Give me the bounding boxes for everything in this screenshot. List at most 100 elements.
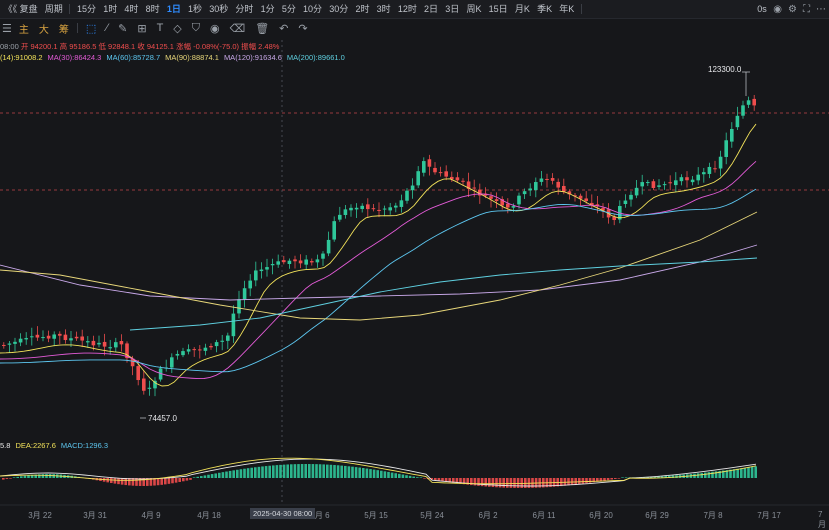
macd-bar (200, 476, 203, 478)
candle-body (405, 190, 409, 201)
macd-bar (189, 478, 192, 480)
candle-body (562, 185, 566, 192)
candle-body (209, 345, 213, 348)
macd-bar (20, 476, 23, 478)
macd-bar (344, 465, 347, 478)
candle-body (338, 214, 342, 220)
macd-bar (570, 478, 574, 485)
candle-body (629, 194, 633, 200)
candle-body (410, 185, 415, 191)
candle-body (735, 115, 740, 128)
crosshair-time-label: 2025-04-30 08:00 (250, 508, 316, 519)
macd-bar (182, 478, 185, 482)
candle-body (506, 203, 510, 208)
candle-body (259, 269, 264, 272)
candle-body (494, 199, 499, 202)
x-tick-label: 6月 2 (478, 511, 498, 520)
candle-body (226, 335, 230, 341)
macd-bar (513, 478, 516, 488)
candle-body (175, 353, 180, 356)
candle-body (293, 259, 297, 262)
macd-bar (192, 477, 196, 478)
macd-bar (423, 478, 426, 479)
macd-bar (45, 474, 48, 478)
candle-body (265, 267, 269, 270)
candle-body (332, 221, 336, 240)
candle-body (713, 168, 717, 170)
candle-body (248, 280, 252, 289)
macd-bar (113, 478, 117, 484)
macd-bar (369, 469, 372, 478)
macd-bar (221, 472, 225, 478)
macd-bar (174, 478, 178, 483)
macd-bar (480, 478, 484, 487)
macd-bar (203, 475, 207, 478)
macd-bar (160, 478, 163, 485)
macd-bar (336, 465, 340, 478)
candle-body (657, 185, 661, 187)
macd-bar (581, 478, 585, 484)
macd-bar (228, 470, 232, 478)
candle-body (679, 177, 684, 182)
candle-body (214, 342, 219, 347)
candle-body (102, 341, 107, 347)
candle-body (528, 188, 532, 191)
candle-body (80, 336, 84, 341)
macd-bar (372, 469, 376, 478)
macd-bar (5, 478, 9, 479)
macd-bar (279, 464, 282, 478)
macd-bar (261, 466, 264, 478)
macd-bar (293, 464, 297, 478)
candle-body (556, 181, 560, 188)
macd-bar (167, 478, 171, 484)
macd-bar (333, 465, 336, 478)
macd-bar (351, 466, 354, 478)
candle-body (584, 198, 588, 202)
candle-body (511, 206, 516, 208)
candle-body (668, 182, 672, 184)
candle-body (2, 344, 6, 346)
candle-body (382, 208, 387, 210)
macd-bar (383, 471, 387, 478)
macd-bar (300, 464, 304, 478)
candle-body (640, 182, 644, 187)
macd-bar (610, 478, 613, 480)
ma14-line (0, 123, 757, 387)
candlestick-chart[interactable]: 123300.0 74457.0 (0, 0, 829, 528)
macd-bar (232, 470, 235, 478)
macd-bar (358, 467, 361, 478)
candle-body (270, 264, 275, 266)
macd-bar (264, 466, 268, 478)
candle-body (394, 205, 398, 208)
macd-bar (624, 477, 628, 478)
ma90-line (0, 211, 758, 321)
candle-body (108, 347, 112, 349)
macd-bar (311, 464, 315, 478)
macd-bar (376, 470, 379, 478)
candle-body (455, 177, 460, 181)
candle-body (354, 207, 359, 210)
candle-body (69, 338, 73, 341)
macd-bar (588, 478, 592, 483)
candle-body (315, 259, 320, 263)
x-tick-label: 3月 22 (28, 511, 52, 520)
macd-bar (585, 478, 588, 484)
x-tick-label: 6月 20 (589, 511, 613, 520)
candle-body (41, 337, 45, 339)
x-tick-label: 5月 15 (364, 511, 388, 520)
macd-bar (502, 478, 505, 488)
candle-body (192, 349, 196, 351)
candle-body (97, 342, 101, 345)
candle-body (371, 208, 376, 210)
candle-body (707, 166, 712, 174)
x-tick-label: 3月 31 (83, 511, 107, 520)
macd-bar (516, 478, 520, 488)
x-tick-label: 4月 9 (141, 511, 161, 520)
candle-body (310, 261, 314, 263)
macd-bar (574, 478, 577, 485)
candle-body (438, 172, 443, 174)
macd-bar (178, 478, 181, 482)
candle-body (119, 341, 124, 345)
macd-bar (322, 464, 325, 478)
macd-bar (412, 476, 415, 478)
